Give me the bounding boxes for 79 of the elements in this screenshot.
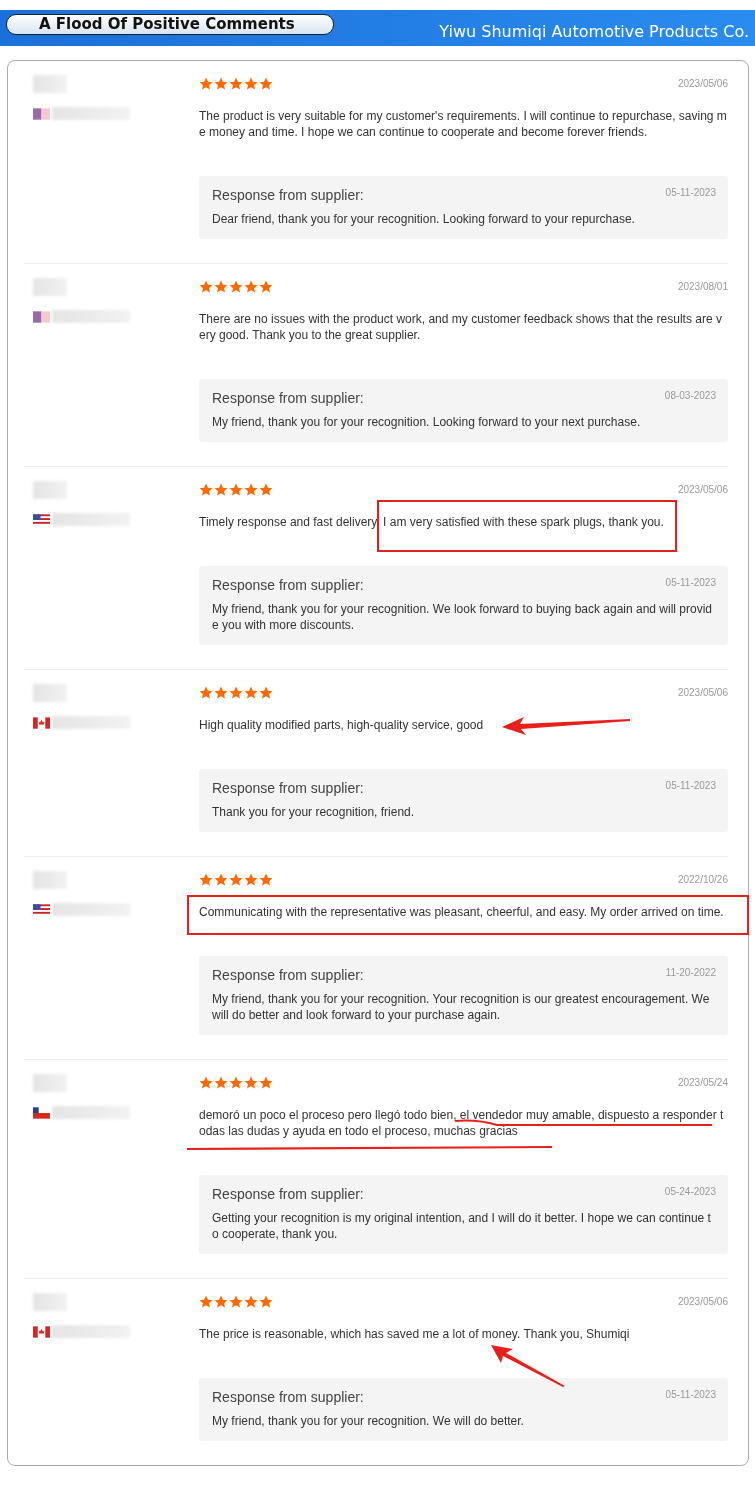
review-text: Communicating with the representative was pleasant, cheerful, and easy. My order arrived on time. — [199, 904, 725, 920]
star-icon — [199, 686, 213, 699]
star-icon — [214, 1076, 228, 1089]
blurred-avatar — [33, 871, 67, 889]
review-date: 2023/05/24 — [677, 1077, 728, 1088]
star-icon — [229, 77, 243, 90]
response-text: My friend, thank you for your recognition. Your recognition is our greatest encouragement. We will do better and look forward to your purchase again. — [212, 991, 711, 1023]
star-icon — [214, 873, 228, 886]
response-text: My friend, thank you for your recognition. We will do better. — [212, 1413, 525, 1429]
response-text: Getting your recognition is my original intention, and I will do it better. I hope we can continue to cooperate, thank you. — [212, 1210, 712, 1242]
star-icon — [259, 483, 273, 496]
star-icon — [244, 483, 258, 496]
star-icon — [229, 280, 243, 293]
response-heading: Response from supplier: — [212, 1186, 364, 1202]
star-icon — [229, 1076, 243, 1089]
star-icon — [244, 686, 258, 699]
blurred-avatar — [33, 278, 67, 296]
response-heading: Response from supplier: — [212, 1389, 364, 1405]
review-date: 2023/05/06 — [677, 1296, 728, 1307]
star-icon — [214, 686, 228, 699]
star-icon — [229, 686, 243, 699]
response-date: 05-11-2023 — [665, 577, 716, 588]
star-icon — [229, 873, 243, 886]
star-icon — [259, 873, 273, 886]
star-icon — [259, 1076, 273, 1089]
star-icon — [259, 686, 273, 699]
star-icon — [199, 873, 213, 886]
response-heading: Response from supplier: — [212, 390, 364, 406]
review-text: Timely response and fast delivery. I am very satisfied with these spark plugs, thank you. — [199, 514, 665, 530]
star-icon — [199, 1076, 213, 1089]
star-icon — [229, 483, 243, 496]
review-date: 2023/08/01 — [677, 281, 728, 292]
response-heading: Response from supplier: — [212, 967, 364, 983]
review-text: demoró un poco el proceso pero llegó todo bien, el vendedor muy amable, dispuesto a responder todas las dudas y ayuda en todo el proceso, muchas gracias — [199, 1107, 725, 1139]
review-date: 2023/05/06 — [677, 687, 728, 698]
blurred-avatar — [33, 1074, 67, 1092]
star-icon — [214, 280, 228, 293]
star-icon — [259, 1295, 273, 1308]
response-date: 05-11-2023 — [665, 187, 716, 198]
response-date: 08-03-2023 — [664, 390, 716, 401]
review-text: High quality modified parts, high-quality service, good — [199, 717, 485, 733]
review-date: 2023/05/06 — [677, 484, 728, 495]
star-icon — [214, 1295, 228, 1308]
star-icon — [244, 873, 258, 886]
review-date: 2023/05/06 — [677, 78, 728, 89]
blurred-avatar — [33, 75, 67, 93]
company-name: Yiwu Shumiqi Automotive Products Co. — [439, 22, 749, 41]
star-icon — [199, 77, 213, 90]
star-icon — [244, 77, 258, 90]
response-heading: Response from supplier: — [212, 187, 364, 203]
response-heading: Response from supplier: — [212, 780, 364, 796]
star-icon — [259, 280, 273, 293]
star-icon — [229, 1295, 243, 1308]
star-icon — [244, 1295, 258, 1308]
response-heading: Response from supplier: — [212, 577, 364, 593]
star-icon — [199, 483, 213, 496]
review-text: There are no issues with the product work, and my customer feedback shows that the results are very good. Thank you to the great supplier. — [199, 311, 723, 343]
star-icon — [214, 483, 228, 496]
response-text: Dear friend, thank you for your recognition. Looking forward to your repurchase. — [212, 211, 636, 227]
response-date: 11-20-2022 — [665, 967, 716, 978]
review-text: The product is very suitable for my customer's requirements. I will continue to repurchase, saving me money and time. I hope we can continue to cooperate and become forever friends. — [199, 108, 728, 140]
star-icon — [214, 77, 228, 90]
review-date: 2022/10/26 — [677, 874, 728, 885]
section-title: A Flood Of Positive Comments — [6, 14, 334, 35]
response-text: My friend, thank you for your recognition. We look forward to buying back again and will provide you with more discounts. — [212, 601, 714, 633]
star-icon — [259, 77, 273, 90]
blurred-avatar — [33, 1293, 67, 1311]
blurred-avatar — [33, 684, 67, 702]
response-text: My friend, thank you for your recognition. Looking forward to your next purchase. — [212, 414, 642, 430]
response-date: 05-11-2023 — [665, 1389, 716, 1400]
review-text: The price is reasonable, which has saved me a lot of money. Thank you, Shumiqi — [199, 1326, 631, 1342]
star-icon — [244, 280, 258, 293]
blurred-avatar — [33, 481, 67, 499]
response-text: Thank you for your recognition, friend. — [212, 804, 416, 820]
star-icon — [199, 1295, 213, 1308]
response-date: 05-24-2023 — [664, 1186, 716, 1197]
star-icon — [199, 280, 213, 293]
response-date: 05-11-2023 — [665, 780, 716, 791]
star-icon — [244, 1076, 258, 1089]
